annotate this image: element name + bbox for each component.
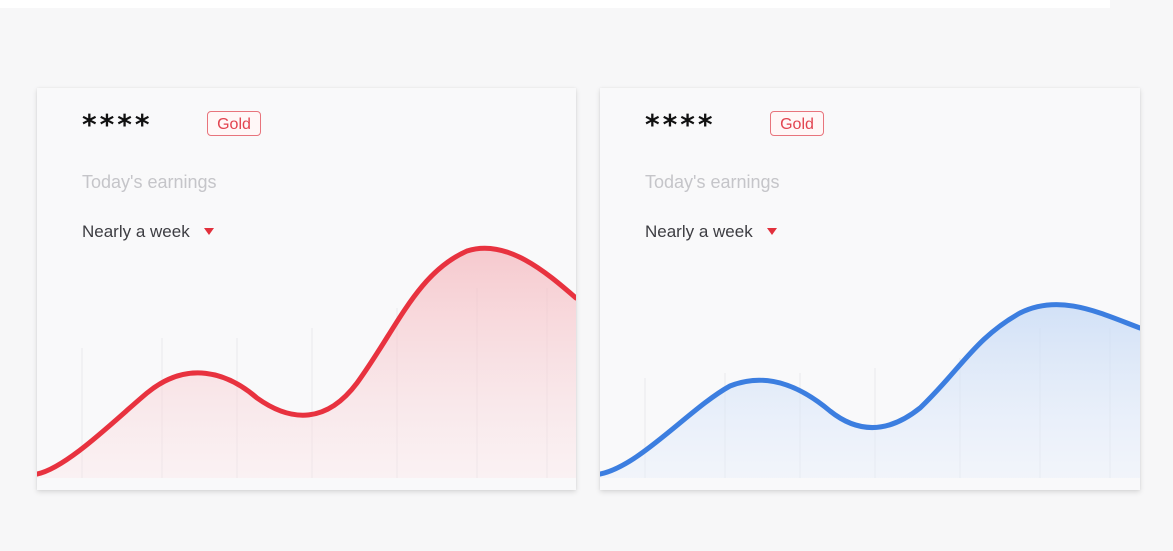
earnings-label: Today's earnings <box>82 172 217 192</box>
period-label: Nearly a week <box>82 222 190 241</box>
gold-badge: Gold <box>207 111 261 136</box>
earnings-chart-blue <box>600 302 1140 478</box>
earnings-card-red[interactable]: **** Gold Today's earnings Nearly a week <box>37 88 576 490</box>
caret-down-icon <box>766 228 777 236</box>
chart-area-fill <box>600 304 1140 478</box>
period-label: Nearly a week <box>645 222 753 241</box>
earnings-label: Today's earnings <box>645 172 780 192</box>
chart-area-fill <box>37 248 576 478</box>
masked-balance: **** <box>645 108 716 141</box>
top-strip <box>0 0 1110 8</box>
earnings-chart-red <box>37 245 576 478</box>
caret-down-icon <box>203 228 214 236</box>
period-dropdown[interactable]: Nearly a week <box>82 222 214 242</box>
masked-balance: **** <box>82 108 153 141</box>
period-dropdown[interactable]: Nearly a week <box>645 222 777 242</box>
earnings-card-blue[interactable]: **** Gold Today's earnings Nearly a week <box>600 88 1140 490</box>
gold-badge: Gold <box>770 111 824 136</box>
